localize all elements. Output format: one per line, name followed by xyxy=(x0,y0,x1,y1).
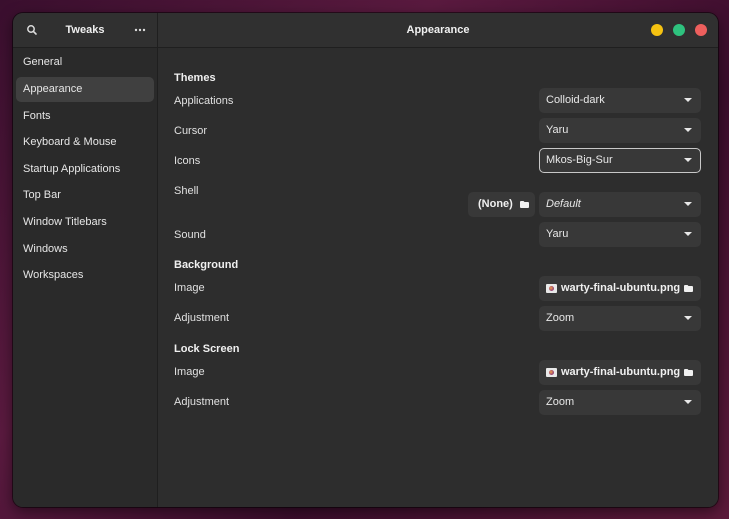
background-image-file-button[interactable]: warty-final-ubuntu.png xyxy=(539,276,701,301)
background-heading: Background xyxy=(174,259,239,271)
close-button[interactable] xyxy=(695,24,707,36)
sidebar-header: Tweaks xyxy=(13,13,158,47)
folder-icon xyxy=(520,201,529,208)
sound-label: Sound xyxy=(174,229,206,241)
lock-screen-adjustment-dropdown[interactable]: Zoom xyxy=(539,390,701,415)
sidebar-item-workspaces[interactable]: Workspaces xyxy=(16,263,154,288)
sidebar-item-window-titlebars[interactable]: Window Titlebars xyxy=(16,210,154,235)
folder-icon xyxy=(684,369,693,376)
shell-extension-file-button[interactable]: (None) xyxy=(468,192,535,217)
image-thumbnail-icon xyxy=(546,284,557,293)
more-horizontal-icon[interactable] xyxy=(130,21,150,39)
background-adjustment-value: Zoom xyxy=(546,312,575,324)
sound-theme-value: Yaru xyxy=(546,228,569,240)
chevron-down-icon xyxy=(684,400,692,404)
image-thumbnail-icon xyxy=(546,368,557,377)
sidebar-item-fonts[interactable]: Fonts xyxy=(16,104,154,129)
lock-screen-heading: Lock Screen xyxy=(174,343,240,355)
icons-theme-value: Mkos-Big-Sur xyxy=(546,154,613,166)
sidebar-item-windows[interactable]: Windows xyxy=(16,237,154,262)
search-icon[interactable] xyxy=(23,21,41,39)
sidebar-item-general[interactable]: General xyxy=(16,50,154,75)
sidebar-item-top-bar[interactable]: Top Bar xyxy=(16,183,154,208)
shell-label: Shell xyxy=(174,185,199,197)
shell-extension-value: (None) xyxy=(478,198,513,210)
applications-label: Applications xyxy=(174,95,234,107)
page-title: Appearance xyxy=(406,24,470,36)
icons-theme-dropdown[interactable]: Mkos-Big-Sur xyxy=(539,148,701,173)
icons-label: Icons xyxy=(174,155,201,167)
lock-screen-image-label: Image xyxy=(174,366,205,378)
app-title: Tweaks xyxy=(65,24,105,36)
sidebar: General Appearance Fonts Keyboard & Mous… xyxy=(13,48,158,507)
applications-theme-dropdown[interactable]: Colloid-dark xyxy=(539,88,701,113)
background-adjustment-label: Adjustment xyxy=(174,312,230,324)
folder-icon xyxy=(684,285,693,292)
lock-screen-adjustment-value: Zoom xyxy=(546,396,575,408)
cursor-theme-value: Yaru xyxy=(546,124,569,136)
chevron-down-icon xyxy=(684,158,692,162)
background-image-label: Image xyxy=(174,282,205,294)
cursor-theme-dropdown[interactable]: Yaru xyxy=(539,118,701,143)
chevron-down-icon xyxy=(684,232,692,236)
sidebar-item-appearance[interactable]: Appearance xyxy=(16,77,154,102)
themes-heading: Themes xyxy=(174,72,216,84)
background-adjustment-dropdown[interactable]: Zoom xyxy=(539,306,701,331)
lock-screen-image-value: warty-final-ubuntu.png xyxy=(561,366,681,378)
lock-screen-adjustment-label: Adjustment xyxy=(174,396,230,408)
shell-theme-value: Default xyxy=(546,198,581,210)
sidebar-item-startup-applications[interactable]: Startup Applications xyxy=(16,157,154,182)
shell-theme-dropdown[interactable]: Default xyxy=(539,192,701,217)
maximize-button[interactable] xyxy=(673,24,685,36)
appearance-panel: Themes Applications Colloid-dark Cursor … xyxy=(158,48,718,507)
chevron-down-icon xyxy=(684,316,692,320)
chevron-down-icon xyxy=(684,202,692,206)
cursor-label: Cursor xyxy=(174,125,208,137)
tweaks-window: Tweaks Appearance General Appearance Fon… xyxy=(13,13,718,507)
lock-screen-image-file-button[interactable]: warty-final-ubuntu.png xyxy=(539,360,701,385)
minimize-button[interactable] xyxy=(651,24,663,36)
chevron-down-icon xyxy=(684,128,692,132)
applications-theme-value: Colloid-dark xyxy=(546,94,605,106)
chevron-down-icon xyxy=(684,98,692,102)
sound-theme-dropdown[interactable]: Yaru xyxy=(539,222,701,247)
sidebar-item-keyboard-mouse[interactable]: Keyboard & Mouse xyxy=(16,130,154,155)
background-image-value: warty-final-ubuntu.png xyxy=(561,282,681,294)
header-bar: Tweaks Appearance xyxy=(13,13,718,48)
